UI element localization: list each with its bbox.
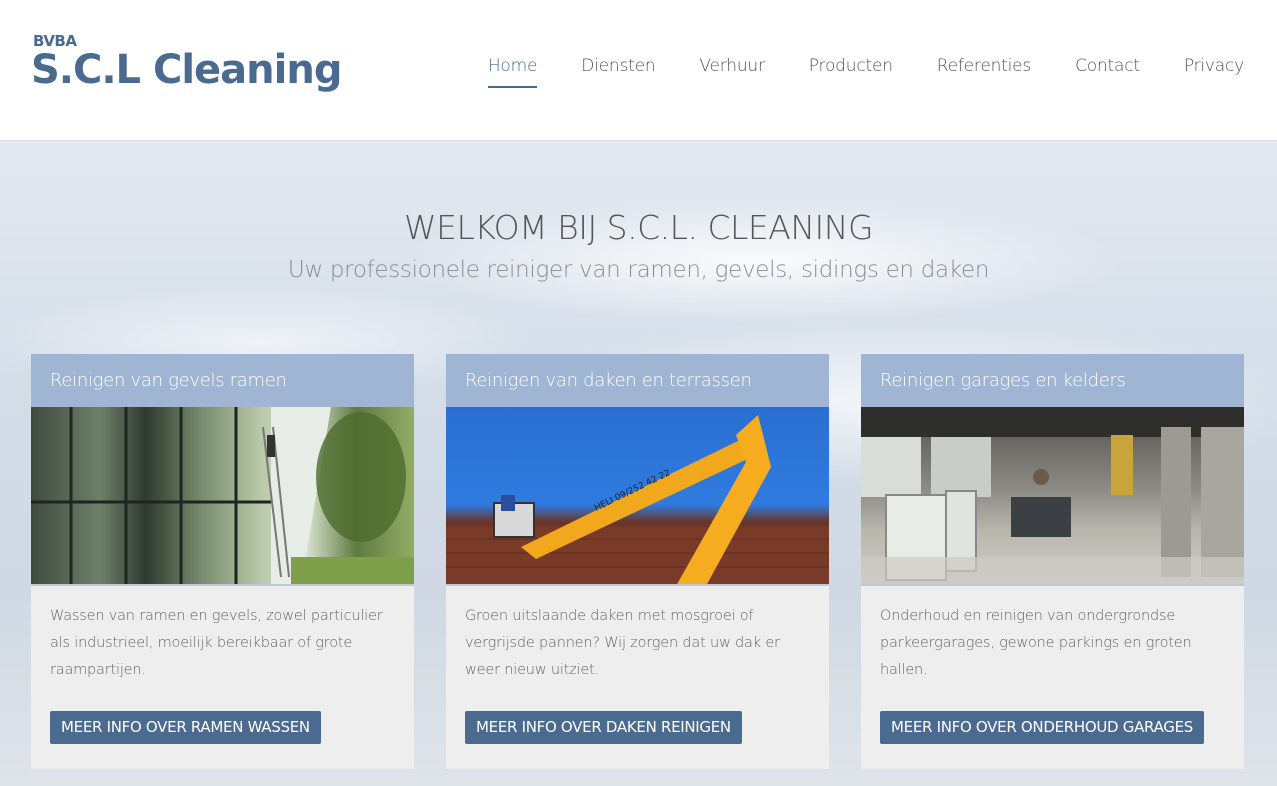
nav-privacy[interactable]: Privacy: [1184, 56, 1244, 86]
service-card-windows: Reinigen van gevels ramen Wassen van ram…: [31, 354, 414, 769]
more-info-garages-button[interactable]: MEER INFO OVER ONDERHOUD GARAGES: [880, 711, 1204, 744]
logo[interactable]: BVBA S.C.L Cleaning: [31, 34, 342, 93]
garage-cleaning-photo: [861, 407, 1244, 586]
card-title: Reinigen garages en kelders: [861, 354, 1244, 407]
hero-title: WELKOM BIJ S.C.L. CLEANING: [403, 208, 874, 247]
window-cleaning-photo: [31, 407, 414, 586]
nav-diensten[interactable]: Diensten: [581, 56, 655, 86]
card-description: Groen uitslaande daken met mosgroei of v…: [465, 608, 780, 678]
card-title: Reinigen van daken en terrassen: [446, 354, 829, 407]
logo-main-text: S.C.L Cleaning: [31, 47, 342, 93]
more-info-roofs-button[interactable]: MEER INFO OVER DAKEN REINIGEN: [465, 711, 742, 744]
service-card-garages: Reinigen garages en kelders Onderhoud en…: [861, 354, 1244, 769]
nav-contact[interactable]: Contact: [1075, 56, 1140, 86]
nav-producten[interactable]: Producten: [809, 56, 893, 86]
more-info-windows-button[interactable]: MEER INFO OVER RAMEN WASSEN: [50, 711, 321, 744]
card-title: Reinigen van gevels ramen: [31, 354, 414, 407]
nav-home[interactable]: Home: [487, 56, 538, 88]
main-nav: Home Diensten Verhuur Producten Referent…: [487, 56, 1244, 88]
service-card-roofs: Reinigen van daken en terrassen HELI 09/…: [446, 354, 829, 769]
site-header: BVBA S.C.L Cleaning Home Diensten Verhuu…: [0, 0, 1277, 141]
nav-referenties[interactable]: Referenties: [937, 56, 1032, 86]
nav-verhuur[interactable]: Verhuur: [699, 56, 765, 86]
card-description: Wassen van ramen en gevels, zowel partic…: [50, 608, 383, 678]
card-description: Onderhoud en reinigen van ondergrondse p…: [880, 608, 1192, 678]
hero-subtitle: Uw professionele reiniger van ramen, gev…: [287, 257, 990, 283]
roof-cleaning-photo: HELI 09/252 42 22: [446, 407, 829, 586]
